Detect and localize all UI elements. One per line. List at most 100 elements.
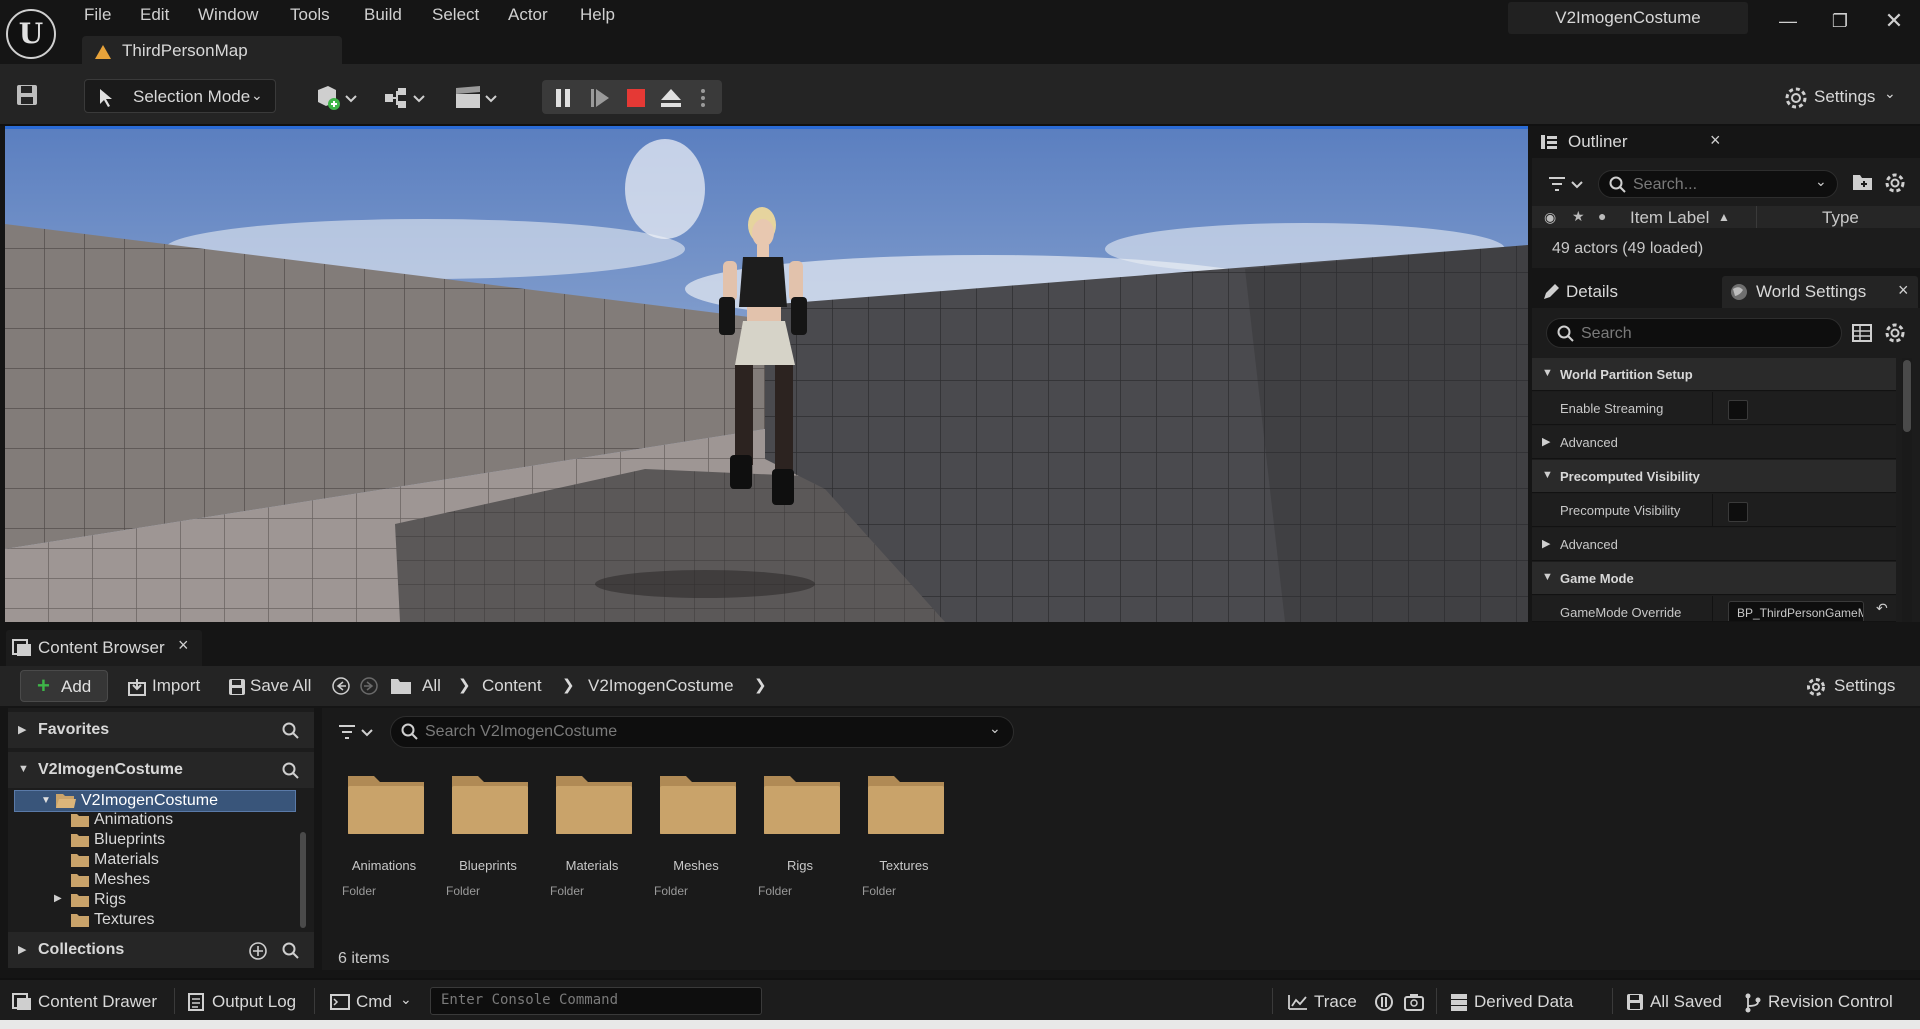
pause-icon[interactable] [554,88,572,108]
tab-content-browser[interactable]: Content Browser × [6,630,202,666]
menu-tools[interactable]: Tools [290,4,330,28]
trace-button[interactable]: Trace [1288,990,1374,1014]
save-icon[interactable] [16,84,38,106]
folder-tile-animations[interactable]: Animations Folder [332,772,436,912]
derived-data-button[interactable]: Derived Data [1450,990,1602,1014]
step-frame-icon[interactable] [590,88,610,108]
filter-icon[interactable] [338,724,378,742]
tab-world-settings[interactable]: World Settings × [1722,276,1918,308]
tree-item-animations[interactable]: Animations [8,810,298,830]
category-world-partition-setup[interactable]: ▼ World Partition Setup [1532,358,1896,391]
close-icon[interactable]: ✕ [1876,6,1912,36]
blueprint-icon[interactable] [384,86,430,110]
folder-tile-blueprints[interactable]: Blueprints Folder [436,772,540,912]
folder-tile-textures[interactable]: Textures Folder [852,772,956,912]
more-options-icon[interactable] [700,88,706,108]
tree-item-textures[interactable]: Textures [8,910,298,930]
menu-file[interactable]: File [84,4,111,28]
output-log-button[interactable]: Output Log [188,990,300,1014]
reset-arrow-icon[interactable]: ↶ [1876,600,1888,617]
cb-settings-button[interactable]: Settings [1806,670,1906,702]
outliner-search-input[interactable]: Search... ⌄ [1598,170,1838,198]
collections-section[interactable]: ▶ Collections [8,932,314,968]
unreal-logo-icon[interactable]: U [6,9,56,59]
close-icon[interactable]: × [178,635,189,656]
forward-arrow-icon[interactable] [360,677,378,695]
star-icon[interactable]: ★ [1572,208,1585,225]
folder-tile-materials[interactable]: Materials Folder [540,772,644,912]
menu-help[interactable]: Help [580,4,615,28]
folder-tile-meshes[interactable]: Meshes Folder [644,772,748,912]
folder-open-icon [56,794,76,808]
advanced-section[interactable]: ▶ Advanced [1532,528,1896,561]
search-icon[interactable] [282,942,300,960]
menu-window[interactable]: Window [198,4,258,28]
restore-icon[interactable]: ❐ [1822,6,1858,36]
search-icon[interactable] [282,722,300,740]
add-collection-icon[interactable] [248,941,268,961]
save-all-button[interactable]: Save All [226,670,326,702]
column-item-label[interactable]: Item Label [1630,208,1709,228]
advanced-section[interactable]: ▶ Advanced [1532,426,1896,459]
import-button[interactable]: Import [126,670,206,702]
content-drawer-button[interactable]: Content Drawer [12,990,168,1014]
project-section[interactable]: ▼ V2ImogenCostume [8,752,314,788]
breadcrumb-all[interactable]: All [422,676,441,696]
expand-right-icon[interactable]: ▶ [54,893,62,904]
screenshot-icon[interactable] [1404,992,1424,1012]
folder-tile-rigs[interactable]: Rigs Folder [748,772,852,912]
menu-select[interactable]: Select [432,4,479,28]
gear-icon[interactable] [1884,172,1906,194]
cmd-dropdown[interactable]: Cmd ⌄ [330,990,420,1014]
revision-control-button[interactable]: Revision Control [1744,990,1912,1014]
selection-mode-dropdown[interactable]: Selection Mode ⌄ [84,79,276,113]
insights-icon[interactable] [1374,992,1394,1012]
eye-icon[interactable]: ◉ [1544,209,1556,226]
back-arrow-icon[interactable] [332,677,350,695]
close-icon[interactable]: × [1898,280,1909,301]
stop-icon[interactable] [626,88,646,108]
tab-map[interactable]: ThirdPersonMap [82,36,342,66]
tree-item-blueprints[interactable]: Blueprints [8,830,298,850]
lock-icon[interactable]: ● [1598,208,1606,224]
precompute-visibility-checkbox[interactable] [1728,502,1748,522]
breadcrumb-content[interactable]: Content [482,676,542,696]
tree-item-meshes[interactable]: Meshes [8,870,298,890]
tab-details[interactable]: Details [1536,274,1696,308]
gamemode-override-combo[interactable]: BP_ThirdPersonGameMode [1728,601,1864,621]
chevron-down-icon: ⌄ [400,991,412,1007]
menu-edit[interactable]: Edit [140,4,169,28]
enable-streaming-checkbox[interactable] [1728,400,1748,420]
asset-search-input[interactable]: Search V2ImogenCostume ⌄ [390,716,1014,748]
search-icon[interactable] [282,762,300,780]
details-search-input[interactable]: Search [1546,318,1842,348]
details-scrollbar[interactable] [1902,358,1912,622]
category-game-mode[interactable]: ▼ Game Mode [1532,562,1896,595]
folder-icon[interactable] [390,677,412,695]
scrollbar-thumb[interactable] [1903,360,1911,432]
gear-icon[interactable] [1884,322,1906,344]
add-button[interactable]: + Add [20,670,108,702]
folder-icon [660,776,736,834]
eject-icon[interactable] [660,88,682,108]
table-view-icon[interactable] [1852,324,1872,342]
console-command-input[interactable]: Enter Console Command [430,987,762,1015]
menu-build[interactable]: Build [364,4,402,28]
column-type[interactable]: Type [1822,208,1859,228]
level-viewport[interactable] [5,126,1528,622]
new-folder-icon[interactable] [1852,172,1874,192]
close-icon[interactable]: × [1710,130,1721,151]
cinematics-icon[interactable] [454,86,502,110]
all-saved-button[interactable]: All Saved [1626,990,1724,1014]
add-actor-icon[interactable] [316,86,362,110]
menu-actor[interactable]: Actor [508,4,548,28]
favorites-section[interactable]: ▶ Favorites [8,712,314,748]
minimize-icon[interactable]: — [1770,6,1806,36]
category-precomputed-visibility[interactable]: ▼ Precomputed Visibility [1532,460,1896,493]
tree-scrollbar[interactable] [300,832,306,928]
filter-icon[interactable] [1548,176,1588,194]
breadcrumb-v2imogencostume[interactable]: V2ImogenCostume [588,676,734,696]
tree-item-rigs[interactable]: ▶ Rigs [8,890,298,910]
tree-item-materials[interactable]: Materials [8,850,298,870]
tree-item-v2imogencostume[interactable]: ▼ V2ImogenCostume [14,790,296,812]
